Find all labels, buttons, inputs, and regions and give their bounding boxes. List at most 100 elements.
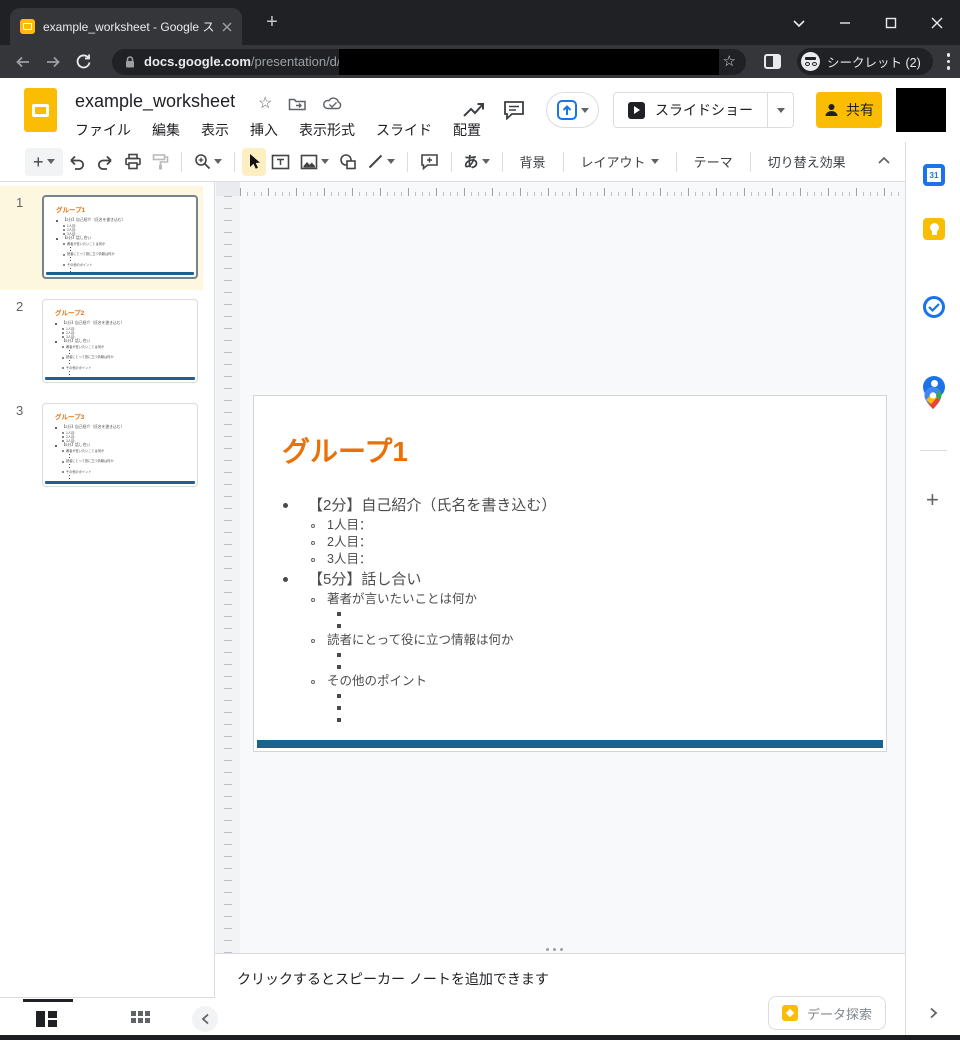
maximize-button[interactable] xyxy=(868,0,914,45)
minimize-button[interactable] xyxy=(822,0,868,45)
slideshow-dropdown[interactable] xyxy=(768,92,794,128)
bullet-marker xyxy=(62,461,64,463)
insert-line-tool[interactable] xyxy=(362,148,400,176)
explore-label: データ探索 xyxy=(807,1004,872,1023)
bullet-marker xyxy=(311,680,315,684)
insert-image-tool[interactable] xyxy=(295,148,334,176)
menu-item-1[interactable]: 編集 xyxy=(152,120,180,140)
maps-icon[interactable] xyxy=(923,386,945,408)
new-slide-button[interactable]: + xyxy=(25,148,63,176)
slideshow-button[interactable]: スライドショー xyxy=(613,92,768,128)
reload-icon[interactable] xyxy=(68,48,98,76)
tab-strip: example_worksheet - Google スラ + xyxy=(0,0,960,45)
menu-item-0[interactable]: ファイル xyxy=(75,120,131,140)
incognito-label: シークレット (2) xyxy=(827,52,921,71)
bullet-marker xyxy=(70,268,71,269)
slide-body-text[interactable]: 【2分】自己紹介（氏名を書き込む）1人目：2人目：3人目：【5分】話し合い著者が… xyxy=(282,494,870,726)
bullet-marker xyxy=(69,464,70,465)
bullet-marker xyxy=(62,471,64,473)
slide-thumbnail-3[interactable]: 3グループ3【2分】自己紹介（氏名を書き込む）1人目：2人目：3人目：【5分】話… xyxy=(0,394,203,498)
slide-thumbnail-2[interactable]: 2グループ2【2分】自己紹介（氏名を書き込む）1人目：2人目：3人目：【5分】話… xyxy=(0,290,203,394)
bullet-marker xyxy=(62,357,64,359)
incognito-badge: シークレット (2) xyxy=(797,48,933,75)
bullet-marker xyxy=(337,706,341,710)
expand-notes-icon[interactable] xyxy=(920,1000,946,1026)
zoom-icon[interactable] xyxy=(189,148,227,176)
bullet-marker xyxy=(311,541,315,545)
bullet-marker xyxy=(69,374,70,375)
cloud-saved-icon[interactable] xyxy=(323,96,343,110)
bullet-marker xyxy=(63,264,65,266)
menu-item-2[interactable]: 表示 xyxy=(201,120,229,140)
undo-icon[interactable] xyxy=(63,148,91,176)
speaker-notes-panel: クリックするとスピーカー ノートを追加できます データ探索 xyxy=(215,953,905,1036)
background-button[interactable]: 背景 xyxy=(510,152,556,171)
browser-menu-icon[interactable] xyxy=(947,53,951,70)
bullet-marker xyxy=(69,350,70,351)
new-tab-button[interactable]: + xyxy=(260,11,284,35)
bookmark-star-icon[interactable]: ☆ xyxy=(723,52,736,70)
activity-icon[interactable] xyxy=(454,90,494,130)
side-panel-toggle-icon[interactable] xyxy=(764,54,781,69)
thumbnail-preview: グループ1【2分】自己紹介（氏名を書き込む）1人目：2人目：3人目：【5分】話し… xyxy=(42,195,198,279)
explore-button[interactable]: データ探索 xyxy=(768,996,886,1030)
hide-menus-icon[interactable] xyxy=(877,152,891,170)
redo-icon[interactable] xyxy=(91,148,119,176)
insert-comment-tool[interactable] xyxy=(415,148,444,176)
filmstrip-view-icon[interactable] xyxy=(36,1010,57,1033)
redacted-avatar xyxy=(896,88,946,132)
bullet-item-level2: その他のポイント xyxy=(282,673,870,690)
keep-icon[interactable] xyxy=(923,218,945,240)
star-document-icon[interactable]: ☆ xyxy=(258,93,272,113)
share-button[interactable]: 共有 xyxy=(816,92,882,128)
menu-item-5[interactable]: スライド xyxy=(376,120,432,140)
bullet-marker xyxy=(283,577,288,582)
tab-title: example_worksheet - Google スラ xyxy=(43,18,214,35)
move-to-folder-icon[interactable] xyxy=(288,96,307,111)
bullet-item-level3 xyxy=(282,661,870,673)
tab-close-icon[interactable] xyxy=(222,22,232,32)
bullet-marker xyxy=(62,436,64,438)
print-icon[interactable] xyxy=(119,148,147,176)
menu-item-4[interactable]: 表示形式 xyxy=(299,120,355,140)
slides-logo[interactable] xyxy=(24,88,57,132)
present-to-meeting-button[interactable] xyxy=(546,92,599,128)
browser-tab[interactable]: example_worksheet - Google スラ xyxy=(10,8,242,45)
tab-search-icon[interactable] xyxy=(776,0,822,45)
calendar-icon[interactable]: 31 xyxy=(923,164,945,186)
forward-icon[interactable] xyxy=(38,48,68,76)
add-addon-button[interactable]: + xyxy=(926,490,939,510)
view-mode-bar xyxy=(0,997,215,1040)
present-arrow-icon xyxy=(557,100,577,120)
close-button[interactable] xyxy=(914,0,960,45)
insert-shape-tool[interactable] xyxy=(334,148,362,176)
grid-view-icon[interactable] xyxy=(131,1011,150,1023)
notes-resize-handle[interactable] xyxy=(546,948,563,951)
bullet-marker xyxy=(69,454,70,455)
document-title[interactable]: example_worksheet xyxy=(75,91,235,112)
bullet-marker xyxy=(69,475,70,476)
text-format-tool[interactable]: あ xyxy=(459,148,495,176)
slide-editor[interactable]: グループ1 【2分】自己紹介（氏名を書き込む）1人目：2人目：3人目：【5分】話… xyxy=(253,395,887,752)
transition-button[interactable]: 切り替え効果 xyxy=(758,152,856,171)
slide-title[interactable]: グループ1 xyxy=(282,430,408,470)
bullet-marker xyxy=(70,250,71,251)
select-tool[interactable] xyxy=(242,148,266,176)
slide-thumbnail-1[interactable]: 1グループ1【2分】自己紹介（氏名を書き込む）1人目：2人目：3人目：【5分】話… xyxy=(0,186,203,290)
text-box-tool[interactable] xyxy=(266,148,295,176)
back-icon[interactable] xyxy=(8,48,38,76)
browser-window: example_worksheet - Google スラ + xyxy=(0,0,960,1040)
notes-placeholder[interactable]: クリックするとスピーカー ノートを追加できます xyxy=(237,969,549,989)
paint-format-icon[interactable] xyxy=(147,148,174,176)
theme-button[interactable]: テーマ xyxy=(684,152,743,171)
lock-icon xyxy=(124,55,136,69)
comments-icon[interactable] xyxy=(494,90,534,130)
editing-canvas: グループ1 【2分】自己紹介（氏名を書き込む）1人目：2人目：3人目：【5分】話… xyxy=(215,182,905,953)
address-bar[interactable]: docs.google.com/presentation/d/ ☆ xyxy=(112,49,746,75)
collapse-filmstrip-icon[interactable] xyxy=(192,1006,218,1032)
bullet-item-level3 xyxy=(282,649,870,661)
tasks-icon[interactable] xyxy=(923,296,945,318)
bullet-marker xyxy=(63,229,65,231)
menu-item-3[interactable]: 挿入 xyxy=(250,120,278,140)
layout-button[interactable]: レイアウト xyxy=(571,152,669,171)
